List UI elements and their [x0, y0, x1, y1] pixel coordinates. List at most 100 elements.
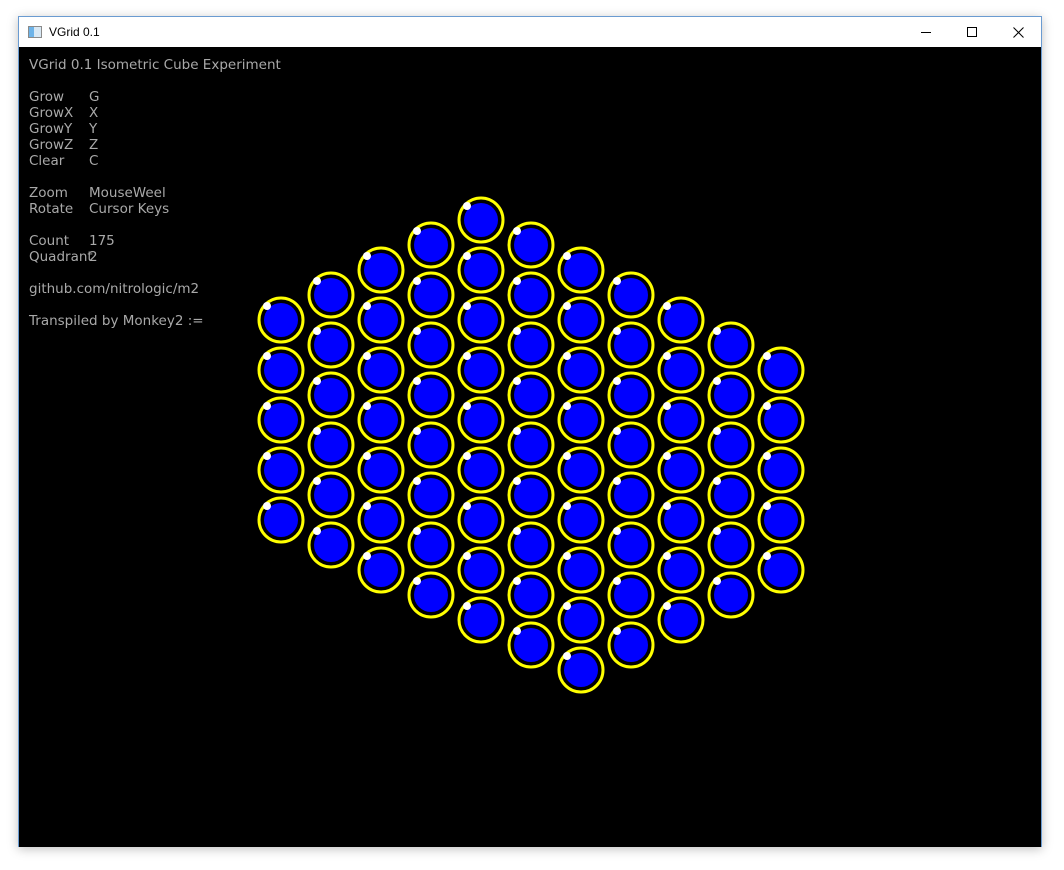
sphere-highlight — [613, 477, 621, 485]
sphere-highlight — [663, 502, 671, 510]
sphere — [657, 546, 705, 594]
sphere-highlight — [313, 327, 321, 335]
sphere-highlight — [713, 477, 721, 485]
sphere — [607, 271, 655, 319]
sphere-highlight — [413, 227, 421, 235]
sphere-highlight — [613, 527, 621, 535]
sphere — [407, 371, 455, 419]
maximize-button[interactable] — [949, 17, 995, 47]
minimize-button[interactable] — [903, 17, 949, 47]
sphere — [407, 421, 455, 469]
sphere-highlight — [763, 352, 771, 360]
sphere-highlight — [363, 402, 371, 410]
sphere-highlight — [563, 252, 571, 260]
sphere — [407, 571, 455, 619]
app-window: VGrid 0.1 VGrid 0.1 Isometric Cube Exper… — [18, 16, 1042, 847]
sphere-highlight — [613, 377, 621, 385]
hud-row: Rotate Cursor Keys — [29, 201, 281, 217]
sphere — [407, 221, 455, 269]
sphere-highlight — [263, 402, 271, 410]
sphere-highlight — [513, 377, 521, 385]
hud-value: X — [89, 105, 99, 121]
sphere-highlight — [463, 352, 471, 360]
sphere-highlight — [463, 202, 471, 210]
hud-footer: Transpiled by Monkey2 := — [29, 313, 204, 329]
sphere-highlight — [363, 252, 371, 260]
sphere-highlight — [663, 302, 671, 310]
sphere-highlight — [263, 352, 271, 360]
sphere — [707, 471, 755, 519]
sphere — [307, 471, 355, 519]
sphere-highlight — [513, 627, 521, 635]
sphere — [407, 321, 455, 369]
close-button[interactable] — [995, 17, 1041, 47]
sphere — [557, 496, 605, 544]
sphere — [457, 446, 505, 494]
sphere — [657, 596, 705, 644]
hud-value: 175 — [89, 233, 115, 249]
sphere — [757, 396, 805, 444]
sphere-highlight — [663, 352, 671, 360]
sphere-highlight — [613, 627, 621, 635]
render-canvas[interactable]: VGrid 0.1 Isometric Cube Experiment Grow… — [19, 47, 1041, 847]
sphere — [607, 421, 655, 469]
sphere-highlight — [463, 402, 471, 410]
sphere-highlight — [263, 452, 271, 460]
sphere — [307, 371, 355, 419]
sphere — [257, 496, 305, 544]
sphere-highlight — [513, 227, 521, 235]
window-controls — [903, 17, 1041, 47]
sphere — [257, 396, 305, 444]
app-icon — [28, 26, 42, 38]
sphere-highlight — [713, 527, 721, 535]
sphere — [557, 596, 605, 644]
hud-label: Clear — [29, 153, 65, 169]
sphere-highlight — [413, 377, 421, 385]
hud-label: Quadrant — [29, 249, 93, 265]
hud-row: GrowX X — [29, 105, 281, 121]
sphere-highlight — [513, 427, 521, 435]
sphere — [707, 571, 755, 619]
sphere — [557, 246, 605, 294]
sphere-highlight — [363, 502, 371, 510]
sphere — [707, 521, 755, 569]
sphere-highlight — [613, 277, 621, 285]
sphere-highlight — [263, 502, 271, 510]
hud-heading: VGrid 0.1 Isometric Cube Experiment — [29, 57, 281, 73]
sphere-highlight — [713, 427, 721, 435]
maximize-icon — [966, 26, 977, 37]
hud-row: Clear C — [29, 153, 281, 169]
hud-label: Count — [29, 233, 70, 249]
sphere — [457, 596, 505, 644]
hud-value: Z — [89, 137, 99, 153]
sphere-highlight — [313, 477, 321, 485]
sphere-highlight — [313, 427, 321, 435]
sphere-highlight — [313, 527, 321, 535]
sphere-highlight — [613, 327, 621, 335]
sphere-highlight — [563, 452, 571, 460]
sphere — [457, 246, 505, 294]
sphere — [357, 546, 405, 594]
sphere — [507, 271, 555, 319]
sphere-highlight — [563, 402, 571, 410]
hud-label: GrowZ — [29, 137, 74, 153]
hud-row: Quadrant2 — [29, 249, 281, 265]
sphere-highlight — [563, 552, 571, 560]
sphere — [657, 296, 705, 344]
sphere — [457, 396, 505, 444]
hud-row: GrowZ Z — [29, 137, 281, 153]
sphere — [307, 521, 355, 569]
sphere-highlight — [713, 327, 721, 335]
sphere — [407, 271, 455, 319]
sphere-highlight — [763, 402, 771, 410]
sphere — [657, 396, 705, 444]
sphere-highlight — [413, 527, 421, 535]
title-bar[interactable]: VGrid 0.1 — [19, 17, 1041, 47]
sphere — [657, 346, 705, 394]
sphere — [607, 471, 655, 519]
sphere — [707, 371, 755, 419]
sphere-highlight — [413, 427, 421, 435]
sphere — [557, 296, 605, 344]
sphere — [507, 471, 555, 519]
sphere — [457, 496, 505, 544]
